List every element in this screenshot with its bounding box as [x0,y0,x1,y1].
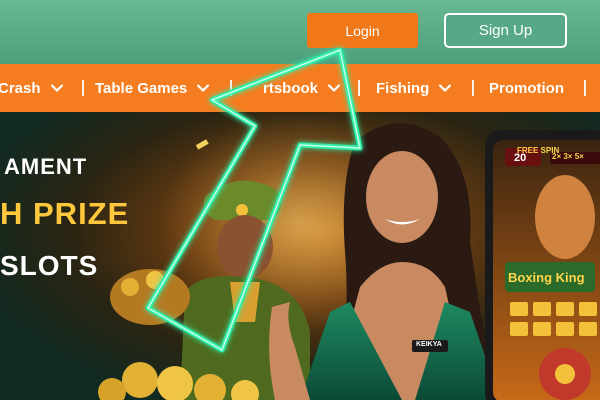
arrow-up-icon [145,47,363,353]
